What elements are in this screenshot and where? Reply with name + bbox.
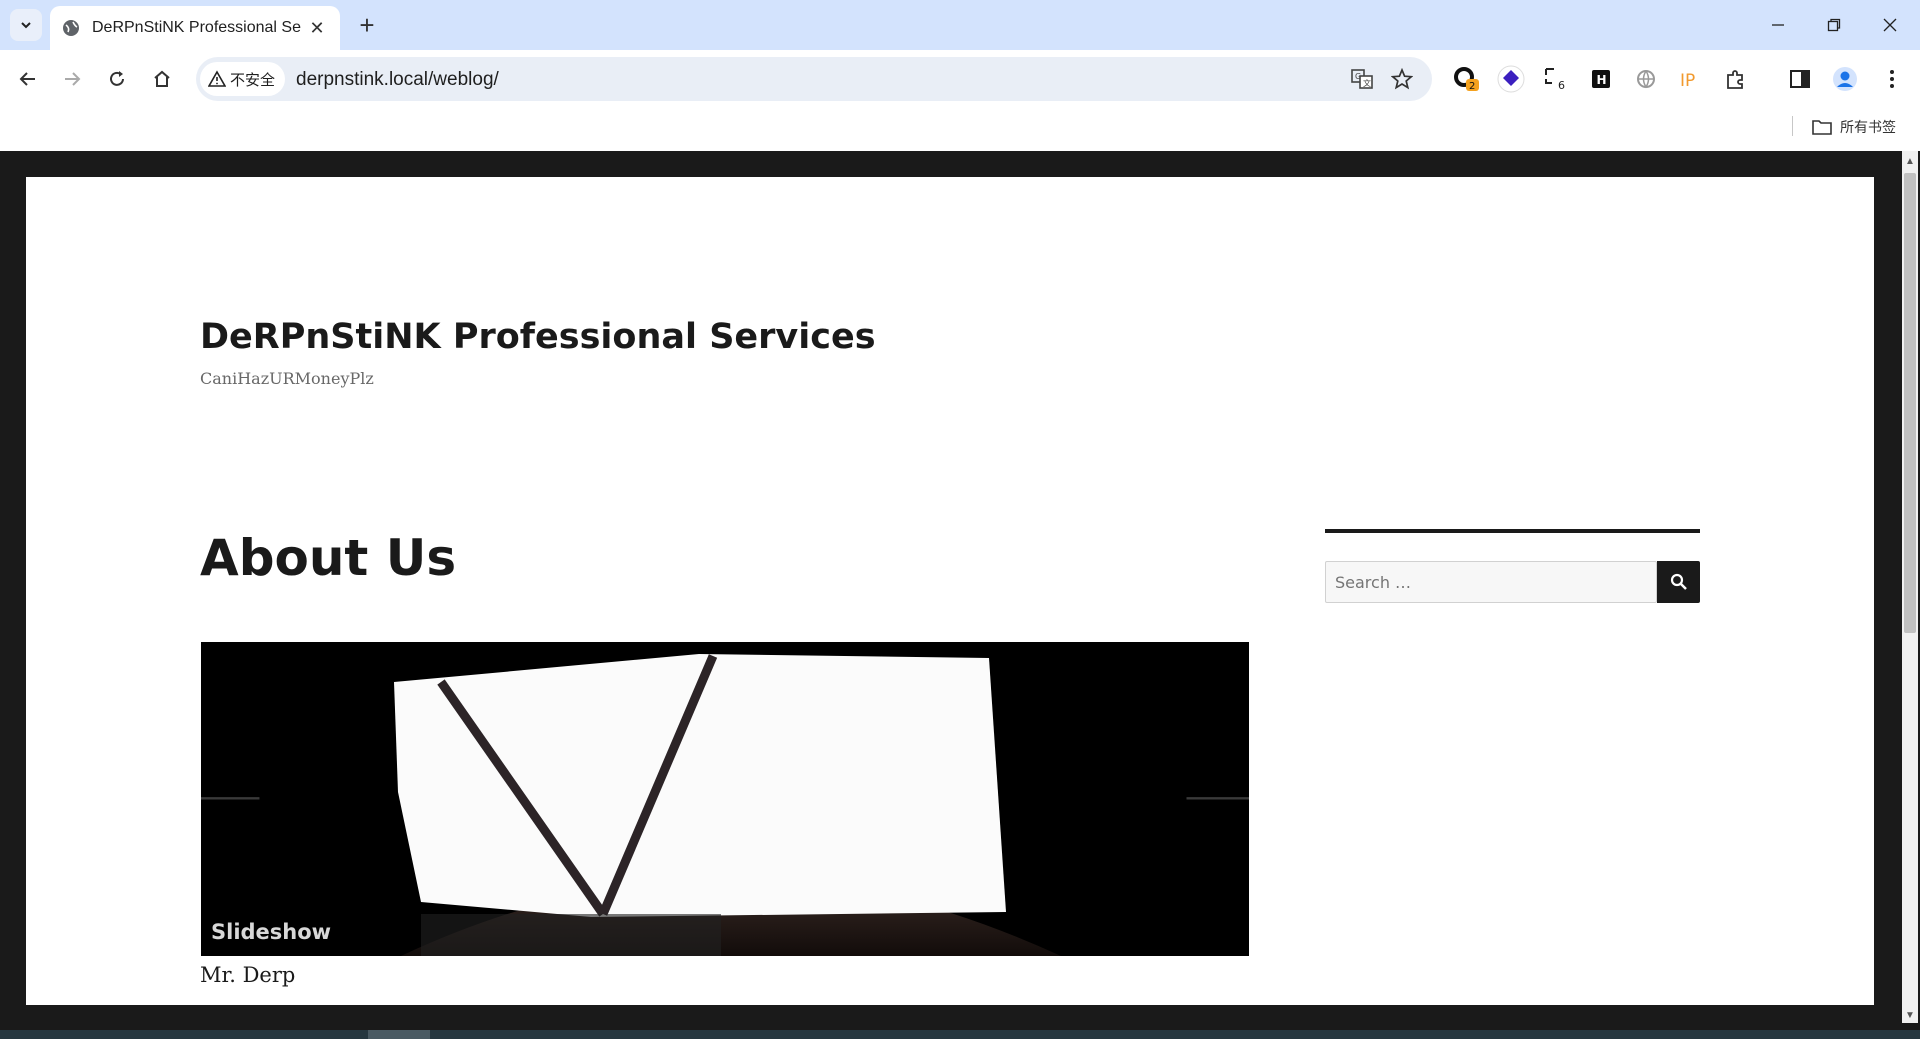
new-tab-button[interactable]: + (352, 10, 382, 40)
arrow-right-icon (65, 72, 81, 86)
extension-globe[interactable] (1631, 64, 1661, 94)
kebab-menu-icon (1890, 70, 1894, 88)
home-button[interactable] (144, 61, 180, 97)
all-bookmarks-label: 所有书签 (1840, 119, 1896, 135)
search-input[interactable] (1325, 561, 1657, 603)
tab-strip: DeRPnStiNK Professional Ser ✕ + (0, 0, 1920, 50)
chevron-down-icon (21, 22, 31, 29)
slideshow[interactable]: 🡐 🡒 Slideshow (201, 642, 1249, 956)
forward-button[interactable] (54, 61, 90, 97)
ring-extension-icon: 2 (1454, 67, 1479, 92)
arrow-left-icon (19, 72, 35, 86)
browser-tab-active[interactable]: DeRPnStiNK Professional Ser ✕ (50, 6, 340, 50)
avatar-icon (1833, 67, 1857, 91)
svg-text:文: 文 (1363, 78, 1371, 88)
reload-icon (110, 71, 124, 86)
site-title[interactable]: DeRPnStiNK Professional Services (200, 317, 876, 357)
extension-selector[interactable]: 6 (1541, 64, 1571, 94)
h-extension-icon: H (1592, 70, 1610, 88)
globe-icon (63, 20, 79, 36)
address-bar[interactable]: 不安全 derpnstink.local/weblog/ G文 (196, 57, 1432, 101)
taskbar-item (368, 1030, 430, 1039)
bookmark-star-button[interactable] (1388, 65, 1416, 93)
scrollbar-thumb[interactable] (1904, 173, 1916, 633)
widget-divider (1325, 529, 1700, 533)
minimize-icon (1772, 24, 1784, 26)
security-indicator[interactable]: 不安全 (200, 62, 286, 96)
tab-title: DeRPnStiNK Professional Ser (92, 19, 302, 36)
post-paragraph: Mr. Derp (200, 963, 296, 987)
side-panel-icon (1790, 70, 1810, 88)
bookmarks-divider (1792, 116, 1793, 136)
svg-text:G: G (1355, 72, 1361, 81)
ip-extension-icon: IP (1679, 69, 1703, 91)
slideshow-prev-button[interactable]: 🡐 (201, 782, 263, 815)
globe-extension-icon (1637, 70, 1655, 89)
site-content: DeRPnStiNK Professional Services CaniHaz… (26, 177, 1874, 1005)
close-icon (1883, 18, 1897, 32)
extension-ip-label: IP (1680, 71, 1695, 91)
scroll-up-arrow[interactable]: ▲ (1902, 153, 1918, 169)
minimize-button[interactable] (1750, 0, 1806, 50)
slideshow-caption: Slideshow (211, 920, 332, 944)
profile-button[interactable] (1830, 64, 1860, 94)
extensions-menu-button[interactable] (1721, 64, 1751, 94)
page-title: About Us (200, 529, 457, 587)
star-icon (1391, 68, 1413, 90)
diamond-extension-icon (1497, 65, 1525, 93)
scroll-down-arrow[interactable]: ▼ (1902, 1007, 1918, 1023)
taskbar-edge (0, 1030, 1920, 1039)
browser-menu-button[interactable] (1877, 64, 1907, 94)
folder-icon (1812, 120, 1832, 135)
search-icon (1670, 573, 1687, 590)
site-tagline: CaniHazURMoneyPlz (200, 369, 374, 388)
all-bookmarks-button[interactable]: 所有书签 (1812, 115, 1896, 139)
warning-icon (208, 70, 226, 87)
back-button[interactable] (10, 61, 46, 97)
browser-toolbar: 不安全 derpnstink.local/weblog/ G文 2 6 H IP (0, 50, 1920, 108)
search-button[interactable] (1657, 561, 1700, 603)
bookmarks-bar: 所有书签 (0, 108, 1920, 151)
restore-icon (1827, 18, 1841, 32)
tab-search-button[interactable] (10, 9, 42, 41)
extension-h[interactable]: H (1586, 64, 1616, 94)
extension-h-label: H (1597, 73, 1607, 87)
puzzle-icon (1727, 70, 1743, 89)
translate-button[interactable]: G文 (1348, 65, 1376, 93)
close-tab-icon[interactable]: ✕ (306, 17, 328, 39)
translate-icon: G文 (1351, 69, 1373, 89)
url-text[interactable]: derpnstink.local/weblog/ (296, 69, 499, 91)
selector-extension-icon: 6 (1545, 68, 1565, 92)
slideshow-image (201, 642, 1249, 956)
page-viewport: DeRPnStiNK Professional Services CaniHaz… (0, 151, 1920, 1039)
restore-button[interactable] (1806, 0, 1862, 50)
extension-dark-reader[interactable]: 2 (1451, 64, 1481, 94)
home-icon (154, 70, 170, 87)
close-window-button[interactable] (1862, 0, 1918, 50)
slideshow-next-button[interactable]: 🡒 (1183, 782, 1249, 815)
security-label: 不安全 (230, 71, 276, 89)
extension-badge-2: 2 (1469, 81, 1475, 92)
reload-button[interactable] (99, 61, 135, 97)
extension-purple[interactable] (1496, 64, 1526, 94)
extension-ip[interactable]: IP (1676, 64, 1706, 94)
side-panel-button[interactable] (1785, 64, 1815, 94)
extension-badge-6: 6 (1558, 79, 1565, 92)
